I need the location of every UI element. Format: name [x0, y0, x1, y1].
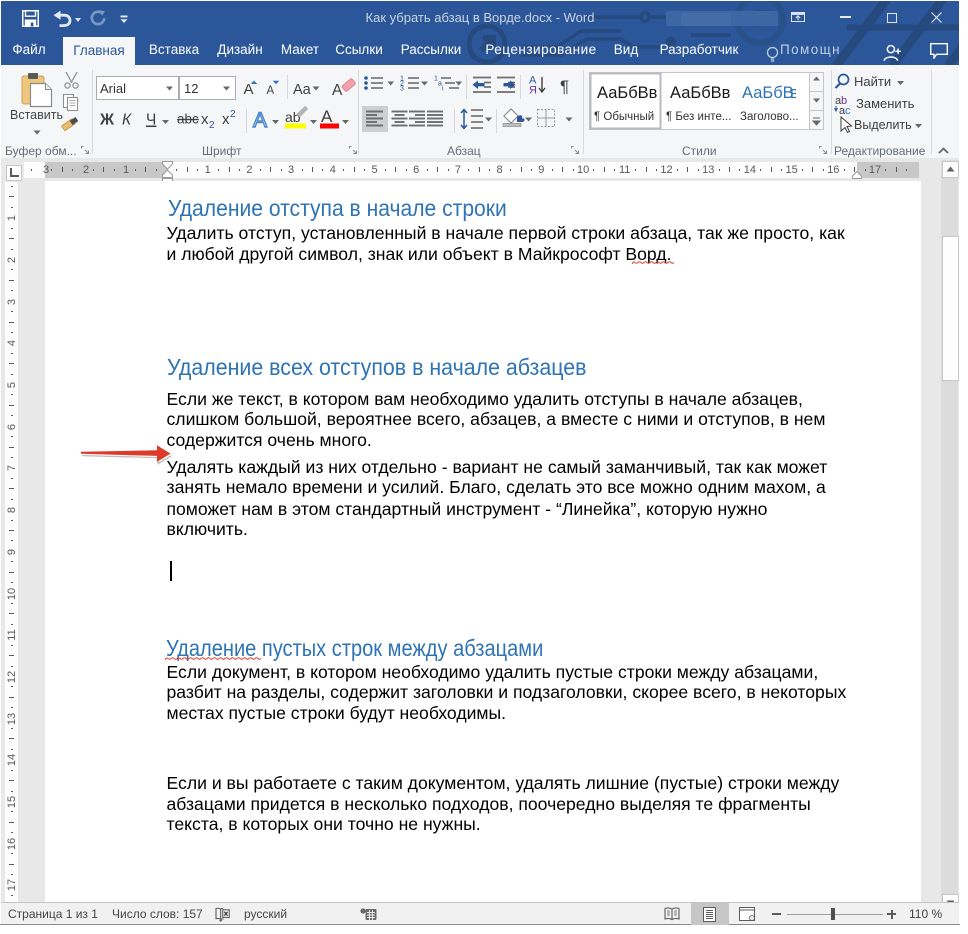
svg-text:x: x	[222, 111, 230, 128]
svg-text:3: 3	[400, 86, 404, 93]
svg-text:А: А	[321, 107, 333, 126]
svg-text:2: 2	[209, 120, 215, 131]
svg-text:А: А	[332, 82, 343, 99]
svg-text:Я: Я	[529, 85, 537, 97]
svg-text:¶: ¶	[560, 77, 569, 96]
svg-text:c: c	[845, 105, 851, 117]
svg-text:ab: ab	[285, 109, 301, 125]
svg-text:Ж: Ж	[99, 112, 115, 129]
svg-text:А: А	[267, 85, 275, 97]
svg-text:Aa: Aa	[293, 82, 312, 98]
svg-text:А: А	[253, 109, 267, 132]
svg-text:К: К	[122, 112, 132, 129]
svg-text:2: 2	[230, 109, 236, 120]
svg-text:i: i	[442, 86, 444, 93]
svg-text:abc: abc	[177, 112, 199, 127]
svg-text:Ч: Ч	[146, 112, 156, 129]
svg-text:x: x	[201, 111, 209, 128]
